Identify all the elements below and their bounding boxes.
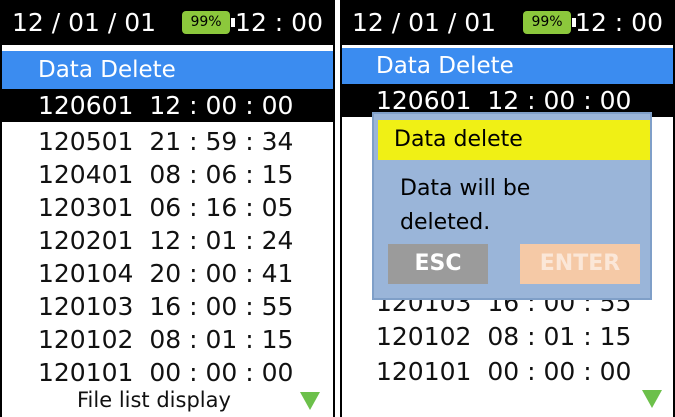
file-time: 20 : 00 : 41 bbox=[149, 259, 294, 288]
file-list-item[interactable]: 120101 00 : 00 : 00 bbox=[342, 355, 673, 388]
screen-title: Data Delete bbox=[342, 48, 673, 84]
triangle-down-icon[interactable] bbox=[300, 392, 320, 410]
status-bar: 12 / 01 / 01 99% 12 : 00 bbox=[2, 0, 333, 45]
device-screens: 12 / 01 / 01 99% 12 : 00 Data Delete 120… bbox=[0, 0, 675, 417]
file-name: 120501 bbox=[38, 127, 134, 156]
file-name: 120102 bbox=[376, 322, 472, 351]
status-date: 12 / 01 / 01 bbox=[352, 8, 497, 37]
dialog-message-line: deleted. bbox=[400, 210, 491, 235]
battery-icon: 99% bbox=[182, 11, 235, 34]
status-date: 12 / 01 / 01 bbox=[12, 8, 157, 37]
file-list-item[interactable]: 120102 08 : 01 : 15 bbox=[2, 323, 333, 356]
file-list-item[interactable]: 120401 08 : 06 : 15 bbox=[2, 158, 333, 191]
file-list-item[interactable]: 120103 16 : 00 : 55 bbox=[2, 290, 333, 323]
dialog-title: Data delete bbox=[378, 120, 650, 160]
file-list-item[interactable]: 120601 12 : 00 : 00 bbox=[2, 89, 333, 122]
file-time: 08 : 01 : 15 bbox=[149, 325, 294, 354]
file-name: 120103 bbox=[38, 292, 134, 321]
file-time: 00 : 00 : 00 bbox=[487, 357, 632, 386]
file-list-item[interactable]: 120101 00 : 00 : 00 bbox=[2, 356, 333, 389]
file-list-item[interactable]: 120201 12 : 01 : 24 bbox=[2, 224, 333, 257]
file-time: 12 : 00 : 00 bbox=[487, 86, 632, 115]
screen-title: Data Delete bbox=[2, 51, 333, 89]
delete-confirm-screen: 12 / 01 / 01 99% 12 : 00 Data Delete 120… bbox=[340, 0, 675, 417]
file-list-item[interactable]: 120102 08 : 01 : 15 bbox=[342, 320, 673, 353]
file-list-screen: 12 / 01 / 01 99% 12 : 00 Data Delete 120… bbox=[0, 0, 335, 417]
file-time: 21 : 59 : 34 bbox=[149, 127, 294, 156]
file-name: 120301 bbox=[38, 193, 134, 222]
file-list-item[interactable]: 120301 06 : 16 : 05 bbox=[2, 191, 333, 224]
file-time: 16 : 00 : 55 bbox=[149, 292, 294, 321]
file-name: 120104 bbox=[38, 259, 134, 288]
enter-button[interactable]: ENTER bbox=[520, 244, 640, 284]
status-bar: 12 / 01 / 01 99% 12 : 00 bbox=[342, 0, 673, 45]
file-time: 08 : 01 : 15 bbox=[487, 322, 632, 351]
file-time: 12 : 01 : 24 bbox=[149, 226, 294, 255]
file-time: 06 : 16 : 05 bbox=[149, 193, 294, 222]
file-name: 120401 bbox=[38, 160, 134, 189]
status-time: 12 : 00 bbox=[235, 8, 323, 37]
file-name: 120601 bbox=[38, 91, 134, 120]
file-time: 08 : 06 : 15 bbox=[149, 160, 294, 189]
file-name: 120101 bbox=[38, 358, 134, 387]
dialog-message: Data will be deleted. bbox=[400, 172, 630, 240]
dialog-message-line: Data will be bbox=[400, 176, 531, 201]
triangle-down-icon[interactable] bbox=[642, 390, 662, 408]
file-name: 120101 bbox=[376, 357, 472, 386]
file-name: 120601 bbox=[376, 86, 472, 115]
file-name: 120201 bbox=[38, 226, 134, 255]
file-time: 12 : 00 : 00 bbox=[149, 91, 294, 120]
delete-dialog: Data delete Data will be deleted. ESC EN… bbox=[372, 112, 652, 300]
status-time: 12 : 00 bbox=[575, 8, 663, 37]
file-name: 120102 bbox=[38, 325, 134, 354]
file-time: 00 : 00 : 00 bbox=[149, 358, 294, 387]
esc-button[interactable]: ESC bbox=[388, 244, 488, 284]
file-list-item[interactable]: 120501 21 : 59 : 34 bbox=[2, 125, 333, 158]
battery-icon: 99% bbox=[523, 11, 576, 34]
footer-label: File list display bbox=[77, 388, 231, 412]
file-list-item[interactable]: 120104 20 : 00 : 41 bbox=[2, 257, 333, 290]
